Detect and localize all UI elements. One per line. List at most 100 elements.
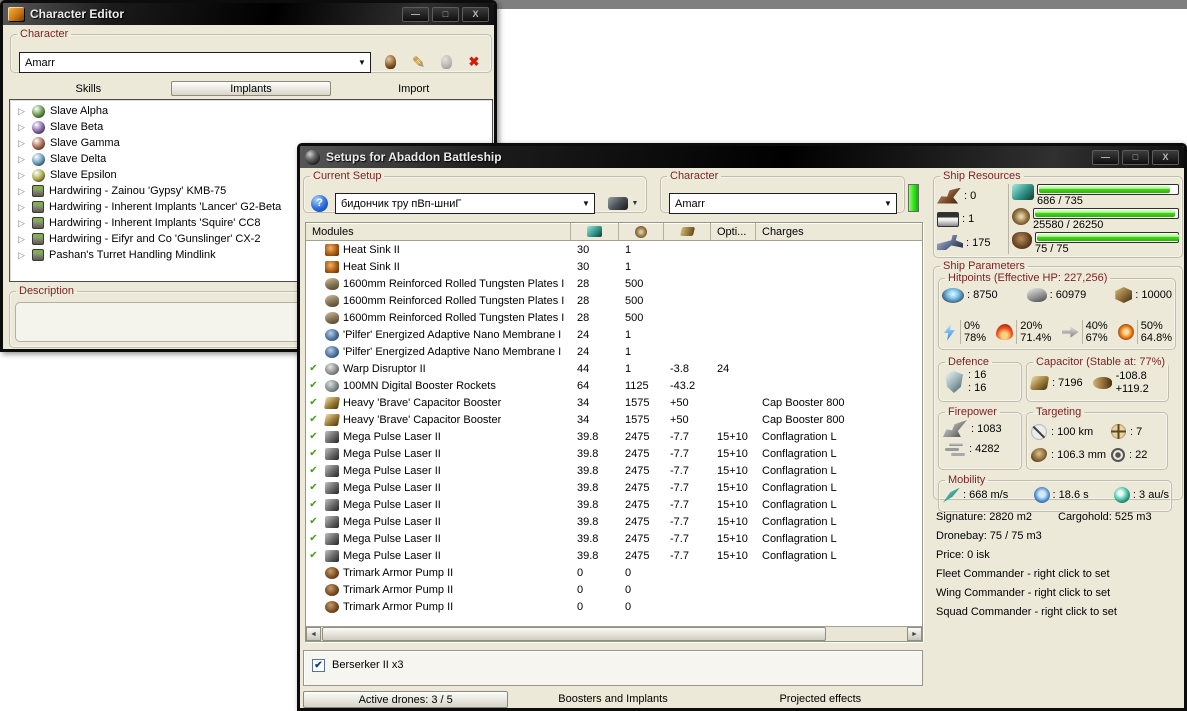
module-row[interactable]: ✔Mega Pulse Laser II39.82475-7.715+10Con… — [306, 445, 922, 462]
bottom-tab-active-drones[interactable]: Active drones: 3 / 5 — [302, 691, 509, 708]
module-row[interactable]: 'Pilfer' Energized Adaptive Nano Membran… — [306, 343, 922, 360]
module-optimal-value: 15+10 — [711, 465, 756, 477]
ship-menu-button[interactable]: ▼ — [602, 191, 644, 216]
module-capacitor-value: -7.7 — [664, 465, 711, 477]
tab-import[interactable]: Import — [332, 83, 495, 95]
module-row[interactable]: 1600mm Reinforced Rolled Tungsten Plates… — [306, 292, 922, 309]
module-row[interactable]: 1600mm Reinforced Rolled Tungsten Plates… — [306, 275, 922, 292]
module-powergrid-value: 0 — [619, 567, 664, 579]
drone-item[interactable]: ✔Berserker II x3 — [312, 657, 922, 673]
module-name: Trimark Armor Pump II — [343, 601, 453, 613]
firepower-label: Firepower — [945, 406, 1000, 418]
scrollbar-thumb[interactable] — [322, 627, 826, 641]
powergrid-column-header[interactable] — [619, 223, 664, 240]
cpu-column-header[interactable] — [571, 223, 619, 240]
scroll-left-button[interactable]: ◄ — [306, 627, 321, 641]
fleet-commander-line[interactable]: Fleet Commander - right click to set — [936, 565, 1184, 584]
current-setup-select[interactable]: бидончик тру пВп-шниГ ▼ — [335, 193, 595, 214]
tree-expander-icon[interactable]: ▷ — [18, 218, 27, 229]
optimal-column-header[interactable]: Opti... — [711, 223, 756, 240]
setup-character-value: Amarr — [675, 198, 880, 210]
capacitor-column-header[interactable] — [664, 223, 711, 240]
new-character-button[interactable] — [381, 53, 399, 71]
resource-bar-value: 75 / 75 — [1035, 243, 1179, 256]
module-row[interactable]: ✔Mega Pulse Laser II39.82475-7.715+10Con… — [306, 462, 922, 479]
module-row[interactable]: ✔Mega Pulse Laser II39.82475-7.715+10Con… — [306, 496, 922, 513]
maximize-button[interactable]: □ — [432, 7, 459, 22]
maximize-button[interactable]: □ — [1122, 150, 1149, 165]
close-button[interactable]: X — [462, 7, 489, 22]
implant-name: Pashan's Turret Handling Mindlink — [49, 249, 216, 261]
tab-skills[interactable]: Skills — [7, 83, 170, 95]
module-row[interactable]: ✔Mega Pulse Laser II39.82475-7.715+10Con… — [306, 428, 922, 445]
charges-column-header[interactable]: Charges — [756, 223, 922, 240]
bottom-tab-projected-effects[interactable]: Projected effects — [717, 691, 924, 708]
tree-expander-icon[interactable]: ▷ — [18, 106, 27, 117]
minimize-button[interactable]: — — [402, 7, 429, 22]
module-name: Mega Pulse Laser II — [343, 533, 441, 545]
bottom-tab-boosters-implants[interactable]: Boosters and Implants — [509, 691, 716, 708]
implant-head-icon — [32, 153, 45, 166]
squad-commander-line[interactable]: Squad Commander - right click to set — [936, 603, 1184, 622]
em-resist-icon — [942, 324, 957, 341]
copy-character-button[interactable] — [437, 53, 455, 71]
close-button[interactable]: X — [1152, 150, 1179, 165]
tree-expander-icon[interactable]: ▷ — [18, 154, 27, 165]
module-name: Mega Pulse Laser II — [343, 431, 441, 443]
module-row[interactable]: ✔Heavy 'Brave' Capacitor Booster341575+5… — [306, 411, 922, 428]
align-time-icon — [1034, 487, 1050, 503]
divider — [960, 320, 961, 344]
tree-expander-icon[interactable]: ▷ — [18, 202, 27, 213]
module-row[interactable]: 'Pilfer' Energized Adaptive Nano Membran… — [306, 326, 922, 343]
tab-implants[interactable]: Implants — [171, 81, 331, 96]
module-row[interactable]: ✔Mega Pulse Laser II39.82475-7.715+10Con… — [306, 479, 922, 496]
character-editor-titlebar[interactable]: Character Editor — □ X — [3, 3, 494, 25]
module-row[interactable]: Heat Sink II301 — [306, 258, 922, 275]
minimize-button[interactable]: — — [1092, 150, 1119, 165]
scrollbar-track[interactable] — [321, 627, 907, 641]
resists-row: 0%78%20%71.4%40%67%50%64.8% — [942, 320, 1172, 344]
help-icon[interactable]: ? — [311, 195, 328, 212]
targeting-groupbox: Targeting : 100 km : 7 : 106.3 mm : 22 — [1026, 406, 1168, 470]
modules-column-header[interactable]: Modules — [306, 223, 571, 240]
armor-plate-icon — [325, 278, 339, 290]
tree-expander-icon[interactable]: ▷ — [18, 122, 27, 133]
delete-character-button[interactable]: ✖ — [465, 53, 483, 71]
module-row[interactable]: Trimark Armor Pump II00 — [306, 598, 922, 615]
module-row[interactable]: ✔Mega Pulse Laser II39.82475-7.715+10Con… — [306, 547, 922, 564]
module-row[interactable]: 1600mm Reinforced Rolled Tungsten Plates… — [306, 309, 922, 326]
character-select[interactable]: Amarr ▼ — [19, 52, 371, 73]
tree-expander-icon[interactable]: ▷ — [18, 250, 27, 261]
implant-item[interactable]: ▷Slave Alpha — [10, 103, 492, 119]
tree-expander-icon[interactable]: ▷ — [18, 170, 27, 181]
module-row[interactable]: Trimark Armor Pump II00 — [306, 581, 922, 598]
module-row[interactable]: ✔Heavy 'Brave' Capacitor Booster341575+5… — [306, 394, 922, 411]
resource-bar-row: 25580 / 26250 — [1012, 208, 1179, 232]
module-name: Mega Pulse Laser II — [343, 465, 441, 477]
implant-name: Slave Delta — [50, 153, 106, 165]
tree-expander-icon[interactable]: ▷ — [18, 234, 27, 245]
tree-expander-icon[interactable]: ▷ — [18, 138, 27, 149]
tree-expander-icon[interactable]: ▷ — [18, 186, 27, 197]
launcher-hardpoint-icon — [937, 212, 959, 227]
module-active-check-icon: ✔ — [306, 448, 321, 459]
implant-item[interactable]: ▷Slave Beta — [10, 119, 492, 135]
module-row[interactable]: Trimark Armor Pump II00 — [306, 564, 922, 581]
module-cpu-value: 39.8 — [571, 533, 619, 545]
resource-bar-value: 25580 / 26250 — [1033, 219, 1179, 232]
module-row[interactable]: ✔100MN Digital Booster Rockets641125-43.… — [306, 377, 922, 394]
module-capacitor-value: -7.7 — [664, 431, 711, 443]
module-row[interactable]: Heat Sink II301 — [306, 241, 922, 258]
module-charge-name: Conflagration L — [756, 550, 922, 562]
drone-checkbox[interactable]: ✔ — [312, 659, 325, 672]
rename-character-button[interactable]: ✎ — [409, 53, 427, 71]
module-row[interactable]: ✔Mega Pulse Laser II39.82475-7.715+10Con… — [306, 513, 922, 530]
setup-character-select[interactable]: Amarr ▼ — [669, 193, 897, 214]
wing-commander-line[interactable]: Wing Commander - right click to set — [936, 584, 1184, 603]
module-row[interactable]: ✔Warp Disruptor II441-3.824 — [306, 360, 922, 377]
bottom-tab-label: Boosters and Implants — [558, 691, 667, 708]
horizontal-scrollbar[interactable]: ◄ ► — [306, 626, 922, 641]
module-row[interactable]: ✔Mega Pulse Laser II39.82475-7.715+10Con… — [306, 530, 922, 547]
setups-titlebar[interactable]: Setups for Abaddon Battleship — □ X — [300, 146, 1184, 168]
scroll-right-button[interactable]: ► — [907, 627, 922, 641]
